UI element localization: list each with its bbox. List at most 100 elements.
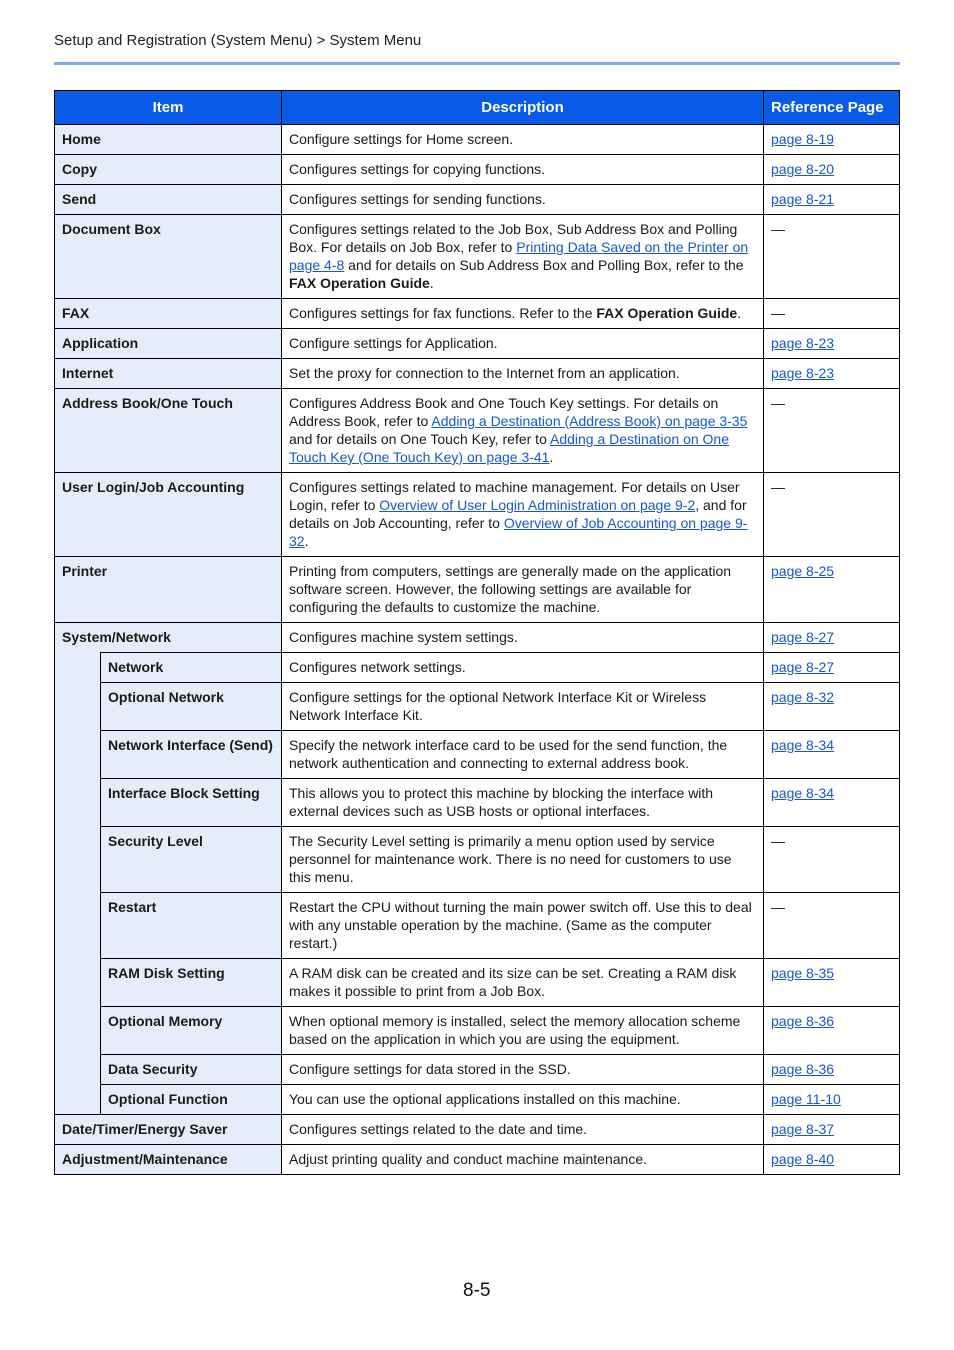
indent-spacer <box>54 1006 101 1055</box>
table-row: Application Configure settings for Applic… <box>54 328 900 359</box>
item-name: Address Book/One Touch <box>54 388 282 473</box>
reference-page-link[interactable]: page 8-19 <box>771 131 834 147</box>
indent-spacer <box>54 958 101 1007</box>
description-text: This allows you to protect this machine … <box>289 785 714 819</box>
reference-page-link[interactable]: page 8-34 <box>771 785 834 801</box>
table-row: FAX Configures settings for fax functions… <box>54 298 900 329</box>
description-text: Configures settings for sending function… <box>289 191 546 207</box>
item-reference: — <box>763 388 900 473</box>
item-name: Home <box>54 124 282 155</box>
item-description: Configures settings for sending function… <box>281 184 764 215</box>
item-reference: — <box>763 298 900 329</box>
reference-page-link[interactable]: page 8-27 <box>771 659 834 675</box>
indent-spacer <box>54 652 101 683</box>
table-row: Printer Printing from computers, settings… <box>54 556 900 623</box>
sub-item-description: You can use the optional applications in… <box>281 1084 764 1115</box>
sub-item-description: A RAM disk can be created and its size c… <box>281 958 764 1007</box>
description-text: A RAM disk can be created and its size c… <box>289 965 737 999</box>
item-description: Configure settings for Home screen. <box>281 124 764 155</box>
column-header-item: Item <box>54 90 282 125</box>
table-body: Home Configure settings for Home screen. p… <box>54 124 900 1175</box>
description-text: Configure settings for Application. <box>289 335 498 351</box>
reference-page-link[interactable]: page 8-40 <box>771 1151 834 1167</box>
sub-table-row: Interface Block Setting This allows you t… <box>54 778 900 827</box>
sub-item-description: This allows you to protect this machine … <box>281 778 764 827</box>
indent-spacer <box>54 682 101 731</box>
reference-page-link[interactable]: page 8-32 <box>771 689 834 705</box>
description-text: and for details on One Touch Key, refer … <box>289 431 550 447</box>
reference-page-link[interactable]: page 8-37 <box>771 1121 834 1137</box>
item-reference: page 8-19 <box>763 124 900 155</box>
item-reference: page 8-37 <box>763 1114 900 1145</box>
reference-page-link[interactable]: page 8-27 <box>771 629 834 645</box>
guide-name: FAX Operation Guide <box>596 305 738 321</box>
description-text: Adjust printing quality and conduct mach… <box>289 1151 647 1167</box>
reference-page-link[interactable]: page 8-35 <box>771 965 834 981</box>
reference-page-link[interactable]: page 11-10 <box>771 1091 841 1107</box>
sub-item-name: RAM Disk Setting <box>100 958 282 1007</box>
item-description: Configure settings for Application. <box>281 328 764 359</box>
reference-page-link[interactable]: page 8-34 <box>771 737 834 753</box>
sub-item-description: When optional memory is installed, selec… <box>281 1006 764 1055</box>
sub-item-reference: page 11-10 <box>763 1084 900 1115</box>
description-text: Configure settings for Home screen. <box>289 131 514 147</box>
item-reference: page 8-23 <box>763 328 900 359</box>
header-divider <box>54 62 900 65</box>
table-row: System/Network Configures machine system … <box>54 622 900 653</box>
sub-item-name: Optional Network <box>100 682 282 731</box>
item-reference: page 8-40 <box>763 1144 900 1175</box>
sub-item-description: Configures network settings. <box>281 652 764 683</box>
item-description: Configures settings related to machine m… <box>281 472 764 557</box>
indent-spacer <box>54 778 101 827</box>
item-name: System/Network <box>54 622 282 653</box>
sub-item-reference: page 8-35 <box>763 958 900 1007</box>
description-text: Specify the network interface card to be… <box>289 737 728 771</box>
sub-item-name: Optional Function <box>100 1084 282 1115</box>
reference-page-link[interactable]: page 8-36 <box>771 1061 834 1077</box>
description-text: . <box>304 533 309 549</box>
description-text: . <box>549 449 554 465</box>
cross-reference-link[interactable]: Overview of User Login Administration on… <box>379 497 695 513</box>
sub-item-name: Restart <box>100 892 282 959</box>
sub-item-reference: page 8-36 <box>763 1006 900 1055</box>
no-reference-dash: — <box>771 395 785 411</box>
item-description: Configures settings for fax functions. R… <box>281 298 764 329</box>
reference-page-link[interactable]: page 8-36 <box>771 1013 834 1029</box>
table-row: Home Configure settings for Home screen. p… <box>54 124 900 155</box>
sub-item-description: Configure settings for data stored in th… <box>281 1054 764 1085</box>
description-text: Printing from computers, settings are ge… <box>289 563 732 615</box>
item-name: Application <box>54 328 282 359</box>
item-name: FAX <box>54 298 282 329</box>
item-reference: — <box>763 214 900 299</box>
indent-spacer <box>54 730 101 779</box>
sub-item-name: Optional Memory <box>100 1006 282 1055</box>
table-row: Address Book/One Touch Configures Address… <box>54 388 900 473</box>
item-description: Configures settings related to the date … <box>281 1114 764 1145</box>
table-header-row: Item Description Reference Page <box>54 90 900 125</box>
sub-table-row: Optional Network Configure settings for t… <box>54 682 900 731</box>
sub-table-row: Data Security Configure settings for data… <box>54 1054 900 1085</box>
description-text: . <box>737 305 742 321</box>
item-reference: page 8-23 <box>763 358 900 389</box>
sub-table-row: Security Level The Security Level setting… <box>54 826 900 893</box>
description-text: Set the proxy for connection to the Inte… <box>289 365 680 381</box>
sub-table-row: Network Interface (Send) Specify the netw… <box>54 730 900 779</box>
sub-item-description: The Security Level setting is primarily … <box>281 826 764 893</box>
item-name: Document Box <box>54 214 282 299</box>
sub-item-name: Interface Block Setting <box>100 778 282 827</box>
column-header-reference: Reference Page <box>763 90 900 125</box>
cross-reference-link[interactable]: Adding a Destination (Address Book) on p… <box>431 413 747 429</box>
item-description: Set the proxy for connection to the Inte… <box>281 358 764 389</box>
sub-item-name: Data Security <box>100 1054 282 1085</box>
reference-page-link[interactable]: page 8-20 <box>771 161 834 177</box>
description-text: When optional memory is installed, selec… <box>289 1013 741 1047</box>
indent-spacer <box>54 826 101 893</box>
table-row: Internet Set the proxy for connection to … <box>54 358 900 389</box>
reference-page-link[interactable]: page 8-23 <box>771 335 834 351</box>
breadcrumb: Setup and Registration (System Menu) > S… <box>54 32 422 49</box>
reference-page-link[interactable]: page 8-23 <box>771 365 834 381</box>
description-text: Configures machine system settings. <box>289 629 518 645</box>
reference-page-link[interactable]: page 8-21 <box>771 191 834 207</box>
reference-page-link[interactable]: page 8-25 <box>771 563 834 579</box>
item-name: User Login/Job Accounting <box>54 472 282 557</box>
